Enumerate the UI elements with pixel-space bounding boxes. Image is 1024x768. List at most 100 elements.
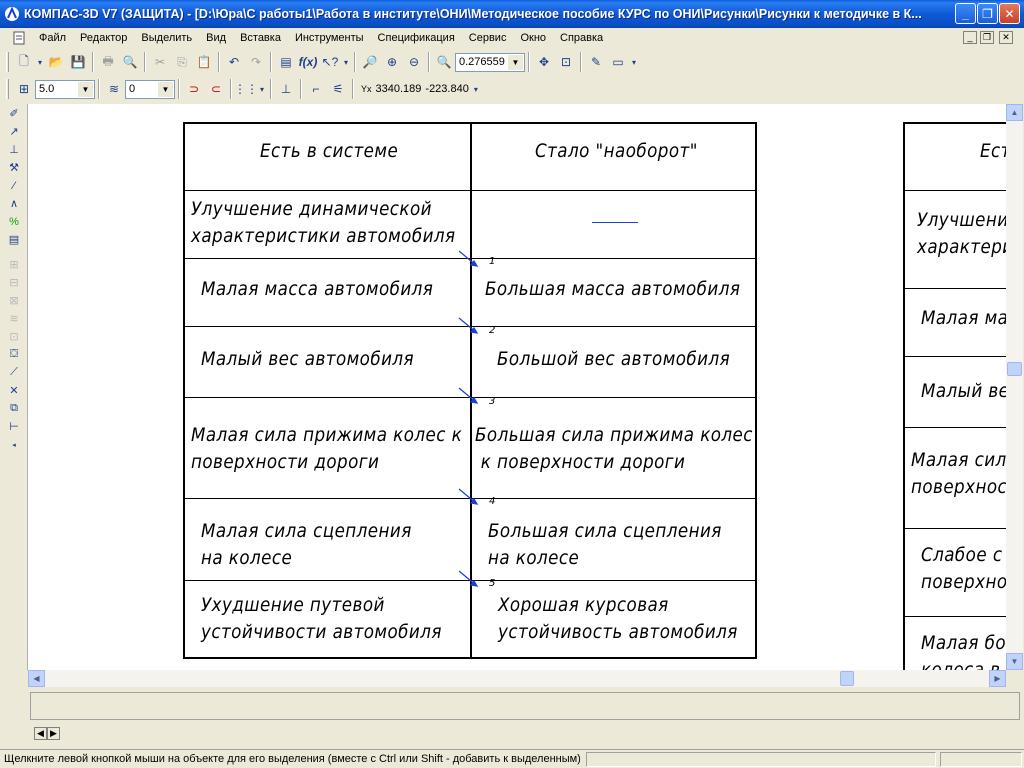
tool-icon-5[interactable]: ⊡	[4, 328, 24, 345]
grid-icon[interactable]: ⋮⋮	[234, 78, 258, 100]
cad-table-2[interactable]: Ест Улучшени характеристи Малая ма Малый…	[903, 122, 1006, 670]
doc-close-button[interactable]: ✕	[999, 31, 1013, 44]
toolbar-grip[interactable]	[6, 79, 9, 99]
cursor-step-icon[interactable]: ⊞	[13, 78, 35, 100]
geometry-icon[interactable]: ✐	[4, 105, 24, 122]
table2-cell: Улучшени	[917, 209, 1006, 231]
toolbar-grip[interactable]	[6, 52, 9, 72]
redo-icon[interactable]: ↷	[245, 51, 267, 73]
tool-icon-2[interactable]: ⊟	[4, 274, 24, 291]
step-combobox[interactable]: 5.0 ▼	[35, 79, 95, 99]
table2-cell: Малая ма	[921, 307, 1006, 329]
zoom-scale-icon[interactable]: 🔍	[433, 51, 455, 73]
vertical-scrollbar[interactable]: ▲ ▼	[1006, 104, 1023, 670]
local-cs-icon[interactable]: ⊥	[275, 78, 297, 100]
undo-icon[interactable]: ↶	[223, 51, 245, 73]
menu-window[interactable]: Окно	[513, 29, 553, 47]
print-preview-icon[interactable]: 🔍	[119, 51, 141, 73]
view-mode-dropdown-icon[interactable]: ▾	[629, 51, 639, 73]
chevron-down-icon[interactable]: ▼	[158, 81, 173, 97]
save-icon[interactable]: 💾	[67, 51, 89, 73]
horizontal-scrollbar[interactable]: ◀ ▶	[28, 670, 1006, 687]
table2-cell: Малый ве	[921, 380, 1006, 402]
tool-icon-1[interactable]: ⊞	[4, 256, 24, 273]
view-mode-icon[interactable]: ▭	[607, 51, 629, 73]
menu-insert[interactable]: Вставка	[233, 29, 288, 47]
open-folder-icon[interactable]: 📂	[45, 51, 67, 73]
layer-combobox[interactable]: 0 ▼	[125, 79, 175, 99]
parametric-icon[interactable]: ⚟	[327, 78, 349, 100]
drawing-canvas[interactable]: Есть в системе Стало "наоборот" Улучшени…	[28, 104, 1006, 670]
close-button[interactable]: ✕	[999, 3, 1020, 24]
tool-icon-3[interactable]: ⊠	[4, 292, 24, 309]
spec-icon[interactable]: ▤	[4, 231, 24, 248]
scroll-left-icon[interactable]: ◀	[28, 670, 45, 687]
tool-icon-6[interactable]: ⛋	[4, 346, 24, 363]
symbols-icon[interactable]: ⊥	[4, 141, 24, 158]
zoom-out-icon[interactable]: ⊖	[403, 51, 425, 73]
ortho-icon[interactable]: ⌐	[305, 78, 327, 100]
tool-icon-7[interactable]: ⟋	[4, 364, 24, 381]
zoom-in-icon[interactable]: ⊕	[381, 51, 403, 73]
measure-icon[interactable]: ∧	[4, 195, 24, 212]
table2-cell: Слабое с	[921, 544, 1003, 566]
menu-specification[interactable]: Спецификация	[371, 29, 462, 47]
scroll-up-icon[interactable]: ▲	[1006, 104, 1023, 121]
tool-icon-4[interactable]: ≋	[4, 310, 24, 327]
help-pointer-icon[interactable]: ↖?	[319, 51, 341, 73]
menu-editor[interactable]: Редактор	[73, 29, 134, 47]
cut-icon[interactable]: ✂	[149, 51, 171, 73]
table2-cell: колеса в	[921, 659, 1001, 670]
table2-cell: поверхно	[921, 571, 1006, 593]
minimize-button[interactable]: _	[955, 3, 976, 24]
parametrization-icon[interactable]: ⁄	[4, 177, 24, 194]
coords-dropdown-icon[interactable]: ▾	[469, 78, 483, 100]
manager-icon[interactable]: ▤	[275, 51, 297, 73]
menu-service[interactable]: Сервис	[462, 29, 514, 47]
tool-icon-10[interactable]: ⊢	[4, 418, 24, 435]
redraw-icon[interactable]: ✎	[585, 51, 607, 73]
select-icon[interactable]: %	[4, 213, 24, 230]
new-file-icon[interactable]: 🗋	[13, 51, 35, 73]
doc-minimize-button[interactable]: _	[963, 31, 977, 44]
print-icon[interactable]: 🖶	[97, 51, 119, 73]
more-tools-icon[interactable]: ◂	[4, 436, 24, 453]
snap-icon[interactable]: ⊃	[183, 78, 205, 100]
copy-icon[interactable]: ⎘	[171, 51, 193, 73]
title-bar: КОМПАС-3D V7 (ЗАЩИТА) - [D:\Юра\С работы…	[0, 0, 1024, 28]
grid-dropdown-icon[interactable]: ▾	[257, 78, 267, 100]
menu-tools[interactable]: Инструменты	[288, 29, 371, 47]
doc-restore-button[interactable]: ❐	[980, 31, 994, 44]
status-pane	[586, 752, 936, 767]
scroll-right-icon[interactable]: ▶	[989, 670, 1006, 687]
help-dropdown-icon[interactable]: ▾	[341, 51, 351, 73]
local-snap-icon[interactable]: ⊂	[205, 78, 227, 100]
paste-icon[interactable]: 📋	[193, 51, 215, 73]
panel-next-icon[interactable]: ▶	[47, 727, 60, 740]
zoom-combobox[interactable]: 0.276559 ▼	[455, 52, 525, 72]
tool-icon-8[interactable]: ✕	[4, 382, 24, 399]
compact-toolbar: ✐ ↗ ⊥ ⚒ ⁄ ∧ % ▤ ⊞ ⊟ ⊠ ≋ ⊡ ⛋ ⟋ ✕ ⧉ ⊢ ◂	[0, 104, 28, 670]
dimensions-icon[interactable]: ↗	[4, 123, 24, 140]
edit-icon[interactable]: ⚒	[4, 159, 24, 176]
new-file-dropdown-icon[interactable]: ▾	[35, 51, 45, 73]
menu-bar: Файл Редактор Выделить Вид Вставка Инстр…	[0, 28, 1024, 48]
zoom-frame-icon[interactable]: 🔎	[359, 51, 381, 73]
menu-help[interactable]: Справка	[553, 29, 610, 47]
menu-view[interactable]: Вид	[199, 29, 233, 47]
layers-icon[interactable]: ≋	[103, 78, 125, 100]
vertical-scroll-thumb[interactable]	[1007, 362, 1022, 376]
maximize-button[interactable]: ❐	[977, 3, 998, 24]
tool-icon-9[interactable]: ⧉	[4, 400, 24, 417]
horizontal-scroll-thumb[interactable]	[840, 671, 854, 686]
show-all-icon[interactable]: ⊡	[555, 51, 577, 73]
menu-select[interactable]: Выделить	[134, 29, 199, 47]
chevron-down-icon[interactable]: ▼	[508, 54, 523, 70]
pan-icon[interactable]: ✥	[533, 51, 555, 73]
variables-icon[interactable]: f(x)	[297, 51, 319, 73]
menu-file[interactable]: Файл	[32, 29, 73, 47]
window-title: КОМПАС-3D V7 (ЗАЩИТА) - [D:\Юра\С работы…	[24, 7, 922, 21]
chevron-down-icon[interactable]: ▼	[78, 81, 93, 97]
scroll-down-icon[interactable]: ▼	[1006, 653, 1023, 670]
panel-prev-icon[interactable]: ◀	[34, 727, 47, 740]
